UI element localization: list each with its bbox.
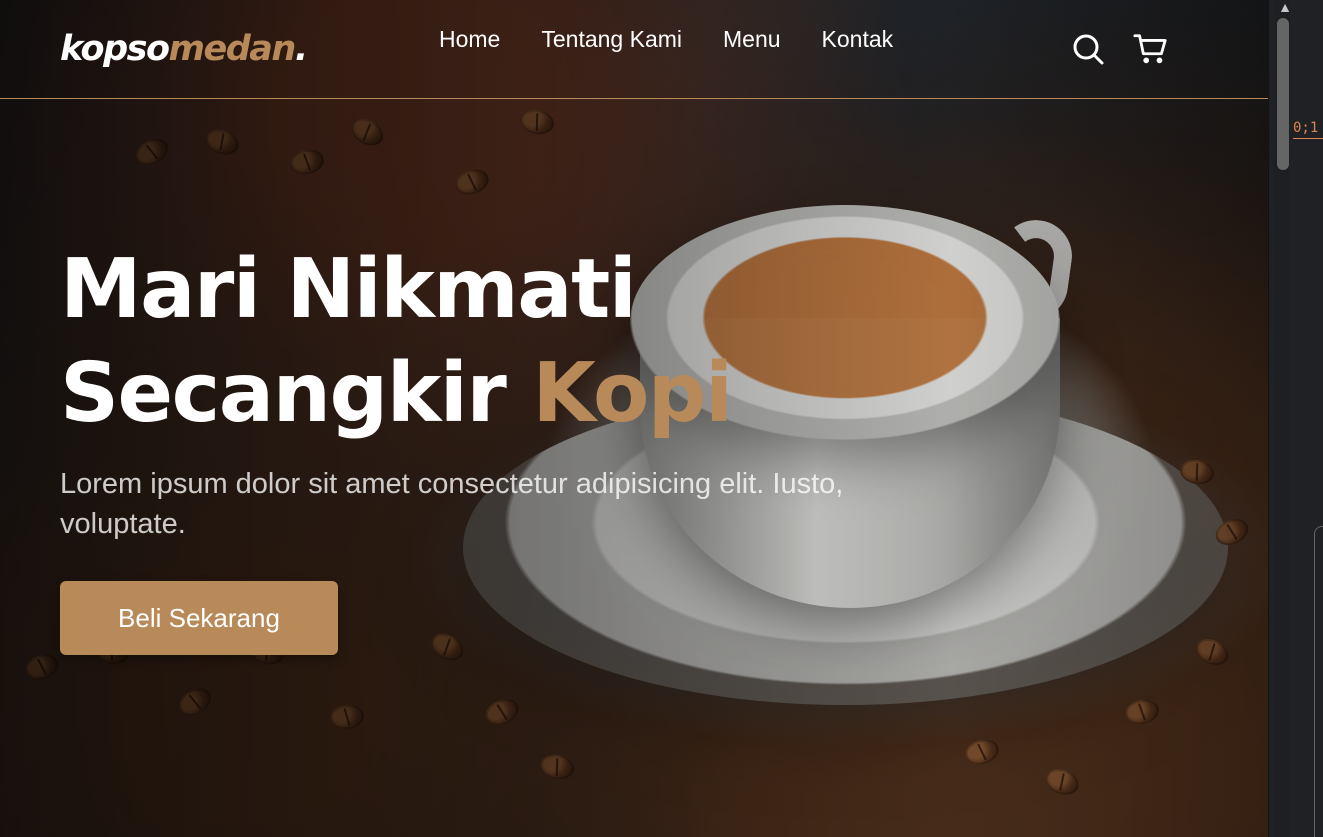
main-nav: Home Tentang Kami Menu Kontak (439, 26, 893, 53)
hero-title-accent: Kopi (532, 346, 733, 441)
search-icon[interactable] (1070, 31, 1106, 67)
hero-title: Mari Nikmati Secangkir Kopi (60, 238, 940, 446)
side-code-text: 0;1 (1293, 120, 1319, 136)
nav-link-about[interactable]: Tentang Kami (541, 26, 682, 53)
scroll-up-icon[interactable]: ▲ (1278, 0, 1292, 14)
buy-now-button[interactable]: Beli Sekarang (60, 581, 338, 655)
hero-section: Mari Nikmati Secangkir Kopi Lorem ipsum … (60, 238, 940, 655)
scrollbar-thumb[interactable] (1277, 18, 1289, 170)
brand-primary: kopso (60, 29, 170, 69)
hero-title-line1: Mari Nikmati (60, 242, 637, 337)
side-panel: ▲ 0;1 (1268, 0, 1323, 837)
search-icon-svg (1073, 34, 1104, 65)
side-code-underline (1293, 138, 1323, 139)
brand-accent: medan (168, 29, 297, 69)
hero-title-line2-main: Secangkir (60, 346, 507, 441)
nav-link-contact[interactable]: Kontak (822, 26, 894, 53)
side-fold-line (1314, 526, 1323, 837)
top-navbar: kopso medan . Home Tentang Kami Menu Kon… (0, 0, 1268, 99)
nav-link-menu[interactable]: Menu (723, 26, 781, 53)
cart-icon-svg (1133, 34, 1167, 64)
hero-description: Lorem ipsum dolor sit amet consectetur a… (60, 468, 844, 540)
brand-suffix: . (294, 29, 308, 69)
cart-icon[interactable] (1132, 31, 1168, 67)
scrollbar-track[interactable]: ▲ (1274, 0, 1292, 837)
brand-logo[interactable]: kopso medan . (60, 29, 308, 69)
nav-link-home[interactable]: Home (439, 26, 500, 53)
nav-icons (1070, 31, 1168, 67)
